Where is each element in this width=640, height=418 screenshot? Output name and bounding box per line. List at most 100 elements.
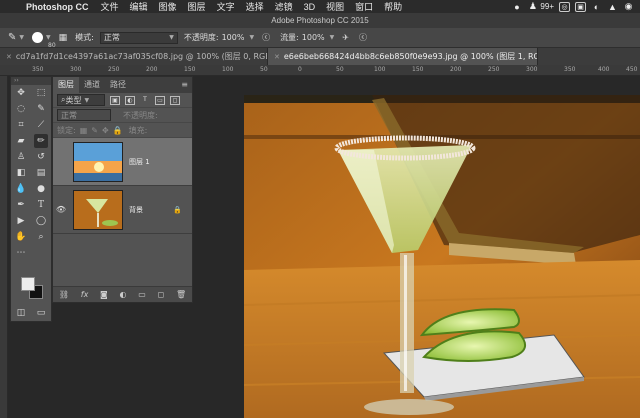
filter-shape-icon[interactable]: ▭: [155, 95, 165, 105]
new-layer-icon[interactable]: ◻: [158, 290, 165, 299]
layer-name[interactable]: 背景: [129, 205, 143, 215]
adjustment-icon[interactable]: ◐: [120, 290, 127, 299]
close-icon[interactable]: ✕: [274, 53, 280, 61]
filter-type-select[interactable]: ⌕ 类型 ▼: [57, 94, 105, 106]
menu-3d[interactable]: 3D: [304, 2, 316, 12]
menu-image[interactable]: 图像: [159, 0, 177, 13]
tab-channels[interactable]: 通道: [79, 77, 105, 93]
brush-picker-chevron-icon[interactable]: ▼: [46, 34, 51, 41]
path-select-tool-icon[interactable]: ▶: [14, 214, 28, 228]
tray-icon-1[interactable]: ◎: [559, 1, 570, 12]
lock-all-icon[interactable]: 🔒: [113, 126, 123, 135]
pressure-size-icon[interactable]: ⓒ: [359, 32, 367, 43]
blur-tool-icon[interactable]: 💧: [14, 182, 28, 196]
eraser-tool-icon[interactable]: ◧: [14, 166, 28, 180]
filter-type-value: 类型: [65, 95, 82, 105]
vertical-ruler: [0, 76, 8, 418]
filter-smart-icon[interactable]: ◻: [170, 95, 180, 105]
layer-thumbnail: [73, 141, 123, 182]
marquee-tool-icon[interactable]: ⬚: [34, 86, 48, 100]
menu-window[interactable]: 窗口: [355, 0, 373, 13]
panel-menu-icon[interactable]: ≡: [181, 77, 192, 93]
screen-mode-icon[interactable]: ▭: [34, 306, 48, 320]
layer-name[interactable]: 图层 1: [129, 157, 150, 167]
opacity-value[interactable]: 100%: [222, 33, 245, 42]
dodge-tool-icon[interactable]: ●: [34, 182, 48, 196]
menu-type[interactable]: 文字: [217, 0, 235, 13]
tab-document-1[interactable]: ✕ cd7a1fd7d1ce4397a61ac73af035cf08.jpg @ …: [0, 48, 268, 65]
canvas-image[interactable]: [244, 95, 640, 418]
opacity-chevron-icon[interactable]: ▼: [249, 34, 254, 41]
tray-icon-5[interactable]: ◉: [623, 1, 634, 12]
tab-layers[interactable]: 图层: [53, 77, 79, 93]
lock-pixels-icon[interactable]: ▦: [80, 126, 88, 135]
layer-row-layer1[interactable]: 图层 1: [53, 138, 192, 186]
brush-preview-icon[interactable]: [32, 32, 44, 43]
toolbar-handle[interactable]: ››: [11, 77, 51, 85]
mode-select[interactable]: 正常 ▼: [99, 31, 178, 44]
crop-tool-icon[interactable]: ⌗: [14, 118, 28, 132]
menu-layer[interactable]: 图层: [188, 0, 206, 13]
history-brush-tool-icon[interactable]: ↺: [34, 150, 48, 164]
qq-icon[interactable]: ♟: [527, 1, 538, 12]
gradient-tool-icon[interactable]: ▤: [34, 166, 48, 180]
mask-icon[interactable]: ◙: [100, 290, 108, 299]
quick-mask-icon[interactable]: ◫: [14, 306, 28, 320]
move-tool-icon[interactable]: ✥: [14, 86, 28, 100]
lock-paint-icon[interactable]: ✎: [91, 126, 98, 135]
ruler-tick: 0: [298, 66, 302, 73]
fx-icon[interactable]: fx: [81, 290, 89, 299]
airbrush-icon[interactable]: ✈: [342, 33, 349, 42]
menu-filter[interactable]: 滤镜: [275, 0, 293, 13]
lock-position-icon[interactable]: ✥: [102, 126, 109, 135]
flow-chevron-icon[interactable]: ▼: [330, 34, 335, 41]
quick-select-tool-icon[interactable]: ✎: [34, 102, 48, 116]
link-icon[interactable]: ⛓: [59, 290, 69, 299]
app-menu[interactable]: Photoshop CC: [26, 2, 89, 12]
healing-brush-tool-icon[interactable]: ▰: [14, 134, 28, 148]
tray-icon-2[interactable]: ▣: [575, 1, 586, 12]
trash-icon[interactable]: 🗑: [176, 290, 186, 299]
filter-type-icon[interactable]: T: [140, 96, 150, 105]
menu-help[interactable]: 帮助: [384, 0, 402, 13]
close-icon[interactable]: ✕: [6, 53, 12, 61]
ruler-tick: 200: [146, 66, 158, 73]
tab-paths[interactable]: 路径: [105, 77, 131, 93]
shape-tool-icon[interactable]: ◯: [34, 214, 48, 228]
foreground-color-swatch[interactable]: [21, 277, 35, 291]
filter-adjustment-icon[interactable]: ◐: [125, 95, 135, 105]
blend-mode-select[interactable]: 正常: [57, 109, 111, 121]
ruler-tick: 350: [32, 66, 44, 73]
menu-view[interactable]: 视图: [326, 0, 344, 13]
menu-select[interactable]: 选择: [246, 0, 264, 13]
flow-value[interactable]: 100%: [302, 33, 325, 42]
brush-panel-icon[interactable]: ▦: [59, 33, 68, 43]
tab-document-2[interactable]: ✕ e6e6beb668424d4bb8c6eb850f0e9e93.jpg @ …: [268, 48, 538, 65]
tray-icon-4[interactable]: ▲: [607, 2, 618, 12]
hand-tool-icon[interactable]: ✋: [14, 230, 28, 244]
layer-row-background[interactable]: 👁 背景 🔒: [53, 186, 192, 234]
brush-tool-icon[interactable]: ✏: [34, 134, 48, 148]
clone-stamp-tool-icon[interactable]: ♙: [14, 150, 28, 164]
type-tool-icon[interactable]: T: [34, 198, 48, 212]
menu-file[interactable]: 文件: [101, 0, 119, 13]
zoom-tool-icon[interactable]: ⌕: [34, 230, 48, 244]
group-icon[interactable]: ▭: [138, 290, 146, 299]
ruler-tick: 450: [626, 66, 638, 73]
tool-preset-chevron-icon[interactable]: ▼: [19, 34, 24, 41]
wechat-icon[interactable]: ●: [511, 2, 522, 12]
pen-tool-icon[interactable]: ✒: [14, 198, 28, 212]
pressure-opacity-icon[interactable]: ⓒ: [262, 32, 270, 43]
eye-icon[interactable]: 👁: [53, 205, 69, 214]
more-tools-icon[interactable]: ⋯: [14, 246, 28, 260]
eyedropper-tool-icon[interactable]: ⟋: [34, 118, 48, 132]
ruler-tick: 150: [412, 66, 424, 73]
tray-icon-3[interactable]: ◐: [591, 2, 602, 12]
lasso-tool-icon[interactable]: ◌: [14, 102, 28, 116]
ruler-tick: 50: [336, 66, 344, 73]
brush-tool-icon[interactable]: ✎: [8, 32, 16, 43]
menu-edit[interactable]: 编辑: [130, 0, 148, 13]
mode-label: 模式:: [75, 33, 94, 42]
ruler-tick: 200: [450, 66, 462, 73]
filter-pixel-icon[interactable]: ▣: [110, 95, 120, 105]
